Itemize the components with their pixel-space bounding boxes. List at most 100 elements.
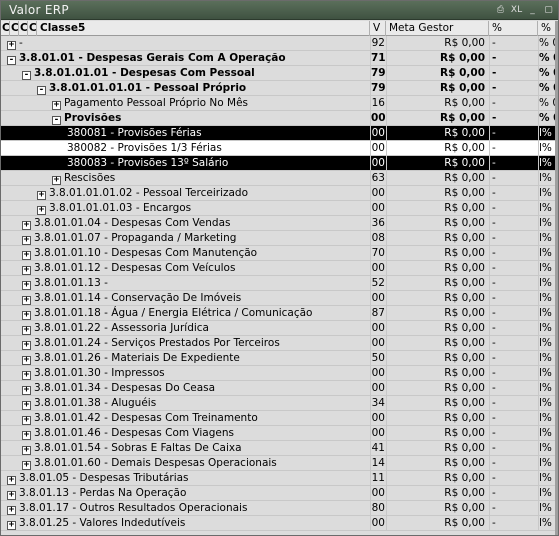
row-dimension-cell[interactable]: +3.8.01.01.30 - Impressos	[1, 366, 370, 381]
expand-icon[interactable]: +	[22, 431, 31, 440]
row-dimension-cell[interactable]: +3.8.01.25 - Valores Indedutíveis	[1, 516, 370, 531]
row-dimension-cell[interactable]: +3.8.01.01.18 - Água / Energia Elétrica …	[1, 306, 370, 321]
table-row[interactable]: +3.8.01.01.30 - Impressos00R$ 0,00-l% 0	[1, 366, 558, 381]
row-dimension-cell[interactable]: +3.8.01.01.01.03 - Encargos	[1, 201, 370, 216]
expand-icon[interactable]: +	[22, 401, 31, 410]
row-dimension-cell[interactable]: +3.8.01.01.01.02 - Pessoal Terceirizado	[1, 186, 370, 201]
minimize-icon[interactable]: _	[526, 4, 539, 17]
expand-icon[interactable]: +	[22, 251, 31, 260]
table-row[interactable]: -3.8.01.01.01 - Despesas Com Pessoal 79 R$…	[1, 66, 558, 81]
table-row[interactable]: +3.8.01.01.46 - Despesas Com Viagens 00 R$…	[1, 426, 558, 441]
table-row[interactable]: +3.8.01.01.26 - Materiais De Expediente 5…	[1, 351, 558, 366]
table-row[interactable]: +3.8.01.01.07 - Propaganda / Marketing 08…	[1, 231, 558, 246]
column-header-percent-1[interactable]: %	[489, 21, 538, 36]
table-row[interactable]: +3.8.01.01.54 - Sobras E Faltas De Caixa…	[1, 441, 558, 456]
expand-icon[interactable]: +	[22, 236, 31, 245]
row-dimension-cell[interactable]: +3.8.01.01.38 - Aluguéis	[1, 396, 370, 411]
expand-icon[interactable]: +	[22, 311, 31, 320]
export-excel-icon[interactable]: XL	[510, 4, 523, 17]
row-dimension-cell[interactable]: -3.8.01.01.01 - Despesas Com Pessoal	[1, 66, 370, 81]
row-dimension-cell[interactable]: +3.8.01.01.42 - Despesas Com Treinamento	[1, 411, 370, 426]
collapse-icon[interactable]: -	[52, 116, 61, 125]
table-row[interactable]: +3.8.01.01.01.03 - Encargos 00 R$ 0,00- l% …	[1, 201, 558, 216]
row-dimension-cell[interactable]: +3.8.01.01.04 - Despesas Com Vendas	[1, 216, 370, 231]
row-dimension-cell[interactable]: +3.8.01.13 - Perdas Na Operação	[1, 486, 370, 501]
expand-icon[interactable]: +	[22, 296, 31, 305]
row-dimension-cell[interactable]: - Provisões	[1, 111, 370, 126]
table-row[interactable]: +3.8.01.01.14 - Conservação De Imóveis 00…	[1, 291, 558, 306]
row-dimension-cell[interactable]: 380081 - Provisões Férias	[1, 126, 370, 141]
row-dimension-cell[interactable]: +3.8.01.01.07 - Propaganda / Marketing	[1, 231, 370, 246]
row-dimension-cell[interactable]: -3.8.01.01.01.01 - Pessoal Próprio	[1, 81, 370, 96]
collapse-icon[interactable]: -	[37, 86, 46, 95]
row-dimension-cell[interactable]: +3.8.01.01.24 - Serviços Prestados Por T…	[1, 336, 370, 351]
collapse-icon[interactable]: -	[7, 56, 16, 65]
expand-icon[interactable]: +	[22, 371, 31, 380]
column-header-v[interactable]: V	[370, 21, 386, 36]
row-dimension-cell[interactable]: +3.8.01.01.60 - Demais Despesas Operacio…	[1, 456, 370, 471]
table-row[interactable]: 380083 - Provisões 13º Salário 00 R$ 0,00-…	[1, 156, 558, 171]
column-header-cl1[interactable]: Cl	[1, 21, 10, 36]
expand-icon[interactable]: +	[52, 176, 61, 185]
expand-icon[interactable]: +	[37, 206, 46, 215]
row-dimension-cell[interactable]: 380083 - Provisões 13º Salário	[1, 156, 370, 171]
row-dimension-cell[interactable]: +3.8.01.05 - Despesas Tributárias	[1, 471, 370, 486]
row-dimension-cell[interactable]: +3.8.01.01.12 - Despesas Com Veículos	[1, 261, 370, 276]
table-row[interactable]: +3.8.01.01.04 - Despesas Com Vendas 36 R$ …	[1, 216, 558, 231]
expand-icon[interactable]: +	[7, 41, 16, 50]
row-dimension-cell[interactable]: + Pagamento Pessoal Próprio No Mês	[1, 96, 370, 111]
expand-icon[interactable]: +	[37, 191, 46, 200]
table-row[interactable]: +3.8.01.01.22 - Assessoria Jurídica 00 R$ …	[1, 321, 558, 336]
column-header-cl3[interactable]: Cl	[19, 21, 28, 36]
expand-icon[interactable]: +	[52, 101, 61, 110]
column-header-classe5[interactable]: Classe5	[37, 21, 370, 36]
row-dimension-cell[interactable]: +3.8.01.17 - Outros Resultados Operacion…	[1, 501, 370, 516]
expand-icon[interactable]: +	[22, 326, 31, 335]
table-row[interactable]: -Provisões00R$ 0,00-% 0	[1, 111, 558, 126]
expand-icon[interactable]: +	[22, 416, 31, 425]
row-dimension-cell[interactable]: +3.8.01.01.22 - Assessoria Jurídica	[1, 321, 370, 336]
table-row[interactable]: -3.8.01.01 - Despesas Gerais Com A Opera…	[1, 51, 558, 66]
row-dimension-cell[interactable]: -3.8.01.01 - Despesas Gerais Com A Opera…	[1, 51, 370, 66]
column-header-cl2[interactable]: Cl	[10, 21, 19, 36]
expand-icon[interactable]: +	[22, 386, 31, 395]
row-dimension-cell[interactable]: +3.8.01.01.14 - Conservação De Imóveis	[1, 291, 370, 306]
expand-icon[interactable]: +	[7, 491, 16, 500]
expand-icon[interactable]: +	[22, 446, 31, 455]
table-row[interactable]: +3.8.01.01.18 - Água / Energia Elétrica …	[1, 306, 558, 321]
table-row[interactable]: 380081 - Provisões Férias00R$ 0,00-l% 0	[1, 126, 558, 141]
print-icon[interactable]: ⎙	[494, 4, 507, 17]
table-row[interactable]: +Rescisões63R$ 0,00-l% 0	[1, 171, 558, 186]
table-row[interactable]: +3.8.01.01.34 - Despesas Do Ceasa 00 R$ 0,…	[1, 381, 558, 396]
row-dimension-cell[interactable]: +3.8.01.01.26 - Materiais De Expediente	[1, 351, 370, 366]
row-dimension-cell[interactable]: + -	[1, 36, 370, 51]
table-row[interactable]: +3.8.01.01.42 - Despesas Com Treinamento…	[1, 411, 558, 426]
collapse-icon[interactable]: -	[22, 71, 31, 80]
row-dimension-cell[interactable]: +3.8.01.01.54 - Sobras E Faltas De Caixa	[1, 441, 370, 456]
table-row[interactable]: + -92 R$ 0,00-% 0	[1, 36, 558, 51]
row-dimension-cell[interactable]: +3.8.01.01.10 - Despesas Com Manutenção	[1, 246, 370, 261]
table-row[interactable]: +3.8.01.13 - Perdas Na Operação 00 R$ 0,00…	[1, 486, 558, 501]
expand-icon[interactable]: +	[22, 356, 31, 365]
expand-icon[interactable]: +	[22, 221, 31, 230]
table-row[interactable]: +3.8.01.17 - Outros Resultados Operacion…	[1, 501, 558, 516]
table-row[interactable]: 380082 - Provisões 1/3 Férias 00 R$ 0,00- l…	[1, 141, 558, 156]
column-header-cl4[interactable]: Cl	[28, 21, 37, 36]
table-row[interactable]: +3.8.01.25 - Valores Indedutíveis 00 R$ 0,…	[1, 516, 558, 531]
expand-icon[interactable]: +	[22, 266, 31, 275]
table-row[interactable]: + Pagamento Pessoal Próprio No Mês 16 R$ 0,…	[1, 96, 558, 111]
expand-icon[interactable]: +	[22, 461, 31, 470]
expand-icon[interactable]: +	[7, 476, 16, 485]
table-row[interactable]: +3.8.01.01.10 - Despesas Com Manutenção 7…	[1, 246, 558, 261]
row-dimension-cell[interactable]: +3.8.01.01.34 - Despesas Do Ceasa	[1, 381, 370, 396]
table-row[interactable]: +3.8.01.01.12 - Despesas Com Veículos 00 R…	[1, 261, 558, 276]
table-row[interactable]: +3.8.01.01.24 - Serviços Prestados Por T…	[1, 336, 558, 351]
table-row[interactable]: -3.8.01.01.01.01 - Pessoal Próprio 79 R$ 0…	[1, 81, 558, 96]
maximize-icon[interactable]: ▢	[542, 4, 555, 17]
table-row[interactable]: +3.8.01.05 - Despesas Tributárias 11 R$ 0,…	[1, 471, 558, 486]
table-row[interactable]: +3.8.01.01.38 - Aluguéis34R$ 0,00-l% 0	[1, 396, 558, 411]
row-dimension-cell[interactable]: 380082 - Provisões 1/3 Férias	[1, 141, 370, 156]
table-row[interactable]: +3.8.01.01.60 - Demais Despesas Operacio…	[1, 456, 558, 471]
row-dimension-cell[interactable]: +3.8.01.01.46 - Despesas Com Viagens	[1, 426, 370, 441]
row-dimension-cell[interactable]: +3.8.01.01.13 -	[1, 276, 370, 291]
